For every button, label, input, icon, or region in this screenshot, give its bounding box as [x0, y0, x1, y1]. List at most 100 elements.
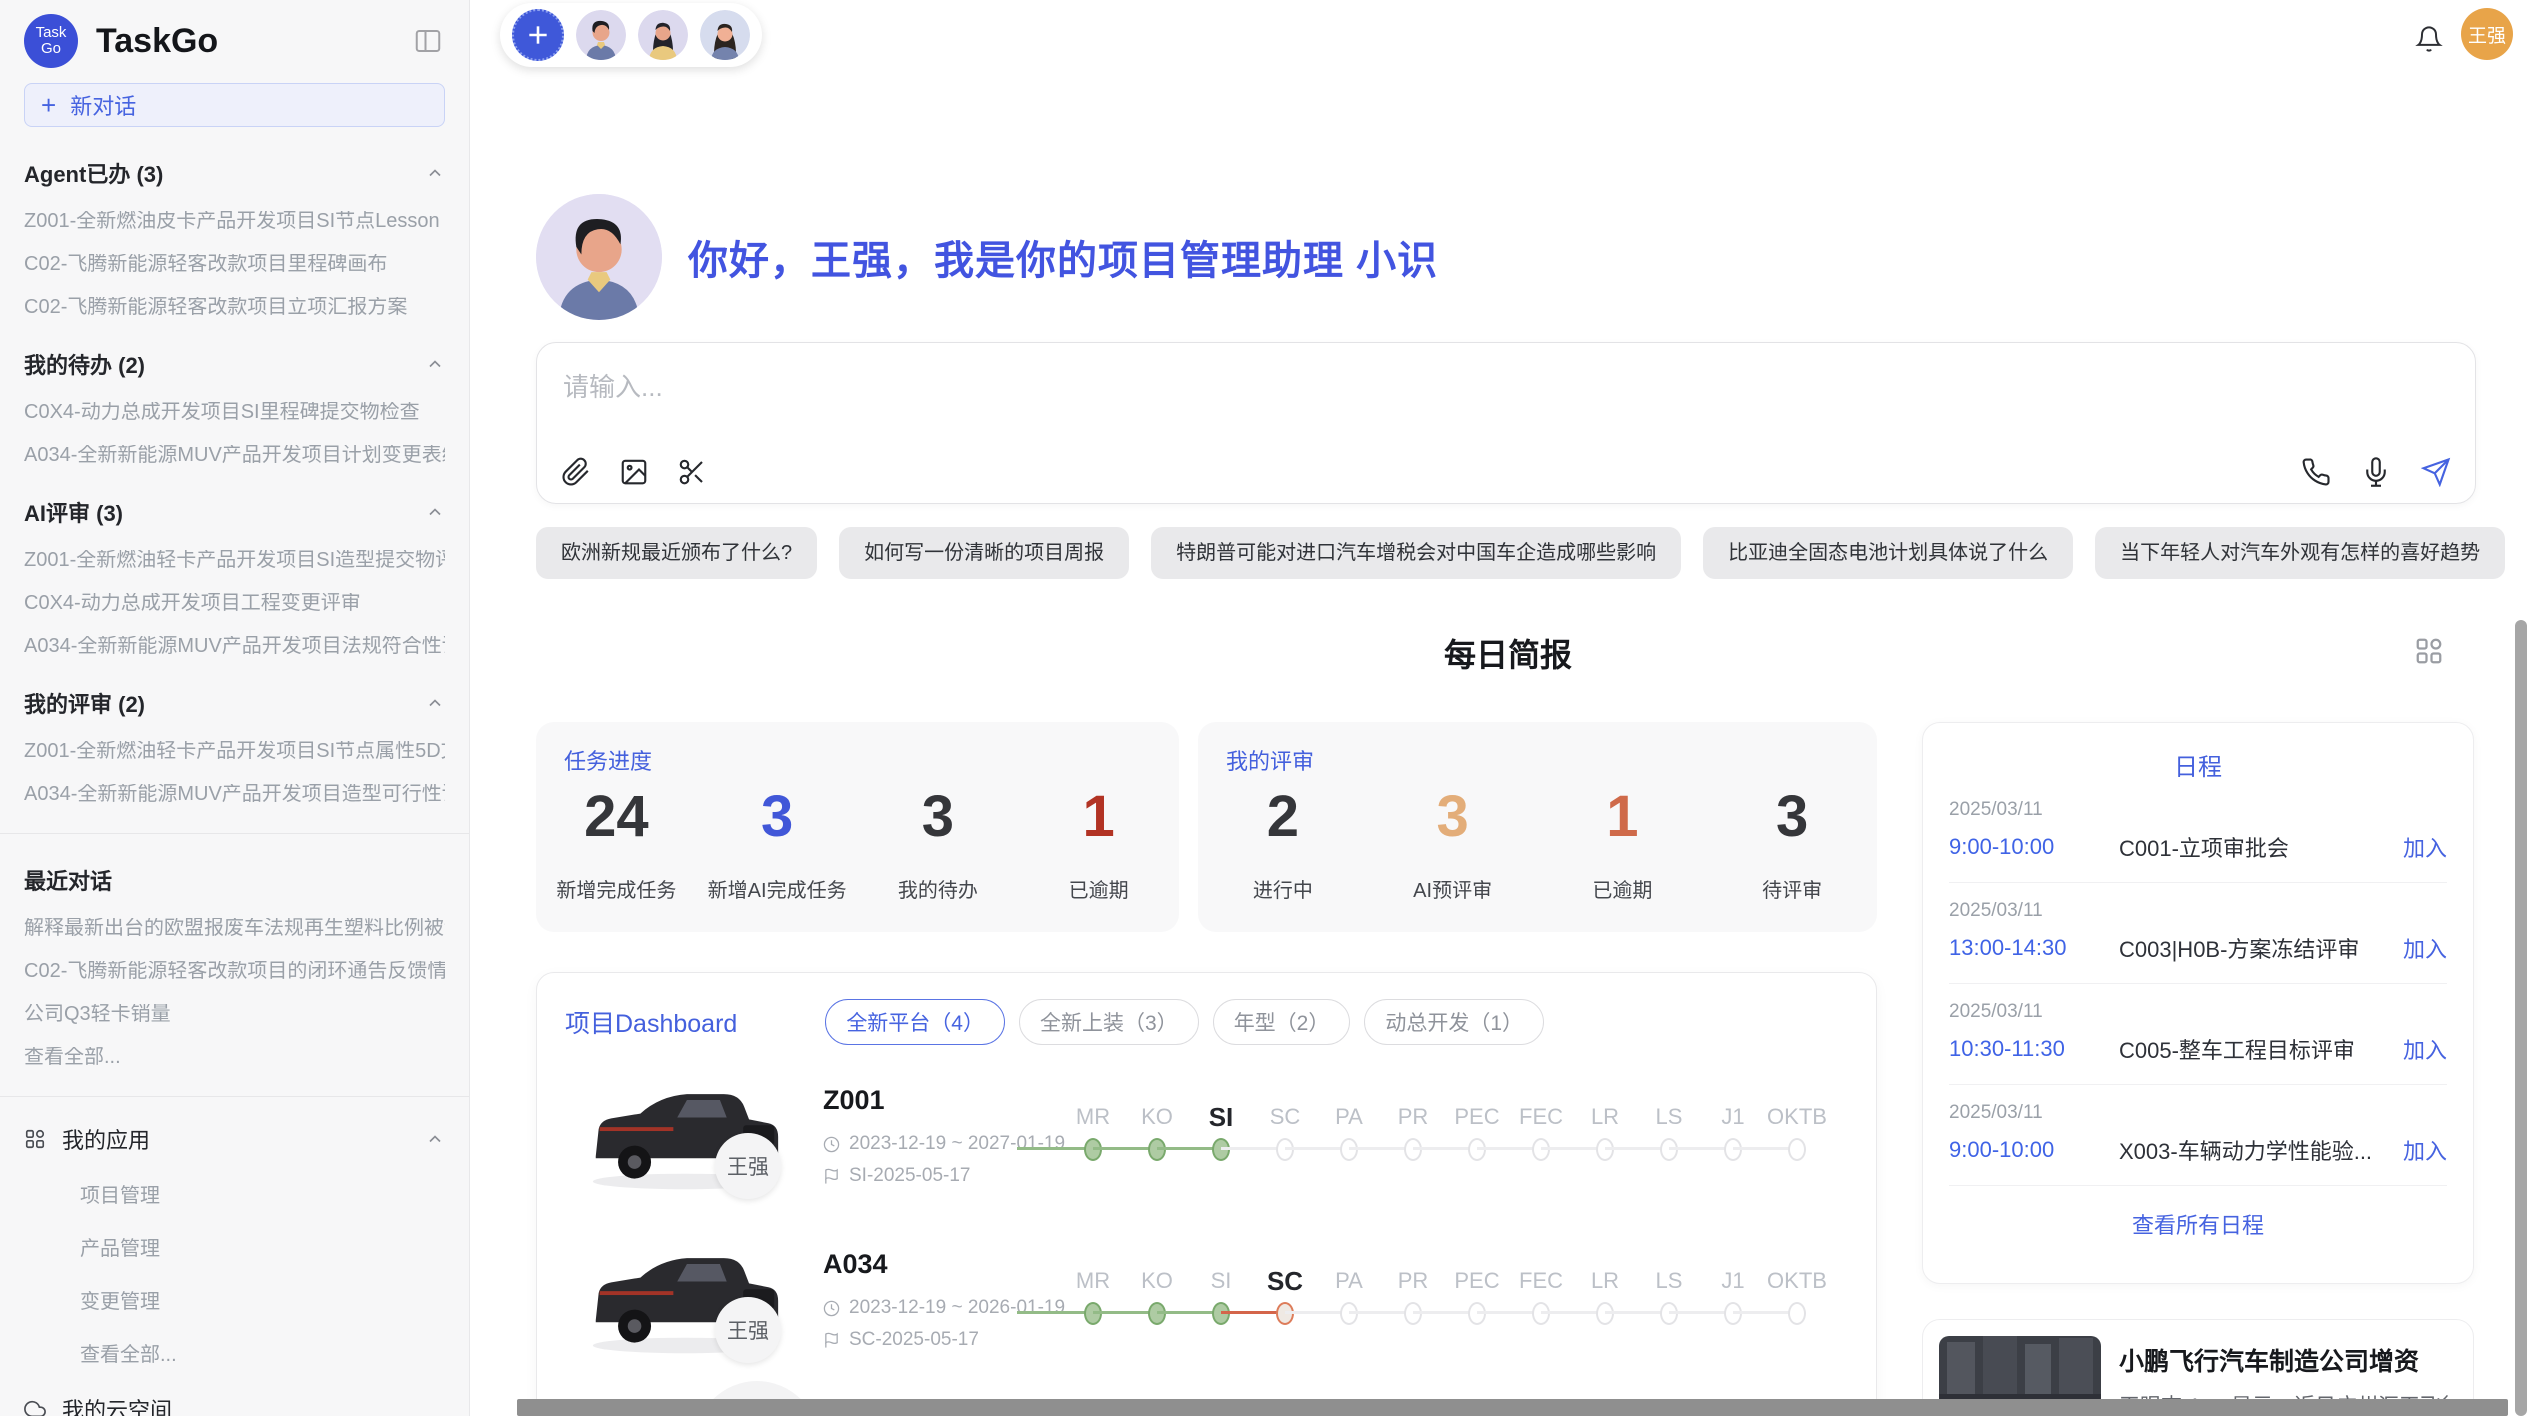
microphone-icon[interactable]	[2361, 457, 2391, 487]
section-label: AI评审 (3)	[24, 496, 123, 528]
suggestion-chip[interactable]: 欧洲新规最近颁布了什么?	[536, 527, 817, 579]
collapse-sidebar-icon[interactable]	[411, 26, 445, 56]
user-avatar[interactable]: 王强	[2461, 8, 2513, 60]
milestone-fec: FEC	[1509, 1099, 1573, 1165]
milestone-j1: J1	[1701, 1263, 1765, 1329]
sidebar-item[interactable]: A034-全新新能源MUV产品开发项目法规符合性评审	[24, 636, 445, 657]
daily-brief-title: 每日简报	[536, 630, 2480, 676]
taskgo-logo: Task Go	[24, 14, 78, 68]
recent-chat-item[interactable]: 公司Q3轻卡销量	[24, 1004, 445, 1025]
new-chat-button[interactable]: + 新对话	[24, 83, 445, 127]
sidebar-item[interactable]: A034-全新新能源MUV产品开发项目造型可行性评审	[24, 784, 445, 805]
section-ai-review[interactable]: AI评审 (3)	[24, 496, 445, 528]
suggestion-chip[interactable]: 比亚迪全固态电池计划具体说了什么	[1703, 527, 2073, 579]
section-my-todo[interactable]: 我的待办 (2)	[24, 348, 445, 380]
milestone-label: SI	[1189, 1263, 1253, 1299]
chat-input-card[interactable]: 请输入...	[536, 342, 2476, 504]
sidebar-item-my-apps[interactable]: 我的应用	[24, 1123, 445, 1155]
milestone-label: PEC	[1445, 1263, 1509, 1299]
chevron-up-icon	[425, 163, 445, 183]
milestone-pa: PA	[1317, 1263, 1381, 1329]
schedule-name: C003|H0B-方案冻结评审	[2119, 932, 2391, 964]
schedule-date: 2025/03/11	[1949, 799, 2447, 821]
sidebar-item[interactable]: C02-飞腾新能源轻客改款项目立项汇报方案	[24, 297, 445, 318]
section-recent-chats: 最近对话	[24, 864, 445, 896]
milestone-label: OKTB	[1765, 1099, 1829, 1135]
milestone-sc: SC	[1253, 1263, 1317, 1329]
my-review-card: 我的评审 2 进行中 3 AI预评审 1 已逾期 3 待评审	[1198, 722, 1877, 932]
stat-new-done: 24 新增完成任务	[536, 784, 697, 903]
attachment-icon[interactable]	[561, 457, 591, 487]
join-link[interactable]: 加入	[2403, 1033, 2447, 1065]
task-progress-card: 任务进度 24 新增完成任务 3 新增AI完成任务 3 我的待办 1 已逾期	[536, 722, 1179, 932]
app-link-change-mgmt[interactable]: 变更管理	[24, 1285, 445, 1314]
filter-powertrain[interactable]: 动总开发（1）	[1364, 999, 1544, 1045]
milestone-lr: LR	[1573, 1099, 1637, 1165]
phone-icon[interactable]	[2301, 457, 2331, 487]
dashboard-filters: 全新平台（4） 全新上装（3） 年型（2） 动总开发（1）	[825, 999, 1544, 1045]
vertical-scrollbar[interactable]	[2515, 620, 2527, 1416]
milestone-label: SC	[1253, 1263, 1317, 1299]
recent-chat-item[interactable]: C02-飞腾新能源轻客改款项目的闭环通告反馈情况	[24, 961, 445, 982]
section-label: 我的评审 (2)	[24, 687, 145, 719]
suggestion-chip[interactable]: 如何写一份清晰的项目周报	[839, 527, 1129, 579]
clock-icon	[823, 1136, 840, 1153]
recent-chat-item[interactable]: 解释最新出台的欧盟报废车法规再生塑料比例被调至15%...	[24, 918, 445, 939]
horizontal-scrollbar[interactable]	[517, 1399, 2508, 1416]
send-icon[interactable]	[2421, 457, 2451, 487]
scissors-icon[interactable]	[677, 457, 707, 487]
milestone-label: MR	[1061, 1263, 1125, 1299]
milestone-label: KO	[1125, 1263, 1189, 1299]
milestone-label: OKTB	[1765, 1263, 1829, 1299]
sidebar-item[interactable]: Z001-全新燃油轻卡产品开发项目SI节点属性5D文件评审	[24, 741, 445, 762]
add-agent-button[interactable]	[512, 9, 564, 61]
sidebar-item[interactable]: A034-全新新能源MUV产品开发项目计划变更表编写	[24, 445, 445, 466]
milestone-oktb: OKTB	[1765, 1099, 1829, 1165]
image-icon[interactable]	[619, 457, 649, 487]
app-link-project-mgmt[interactable]: 项目管理	[24, 1179, 445, 1208]
sidebar: Task Go TaskGo + 新对话 Agent已办 (3) Z001-全新…	[0, 0, 470, 1416]
schedule-time: 10:30-11:30	[1949, 1036, 2119, 1062]
schedule-card: 日程 2025/03/11 9:00-10:00 C001-立项审批会 加入 2…	[1922, 722, 2474, 1284]
cloud-icon	[24, 1398, 46, 1416]
new-chat-label: 新对话	[70, 89, 136, 121]
project-row-z001[interactable]: 王强 Z001 2023-12-19 ~ 2027-01-19 SI-2025-…	[537, 1059, 1876, 1209]
sidebar-item[interactable]: Z001-全新燃油轻卡产品开发项目SI造型提交物评审	[24, 550, 445, 571]
join-link[interactable]: 加入	[2403, 932, 2447, 964]
sidebar-item[interactable]: Z001-全新燃油皮卡产品开发项目SI节点Lesson Learn报告	[24, 211, 445, 232]
join-link[interactable]: 加入	[2403, 1134, 2447, 1166]
section-agent-done[interactable]: Agent已办 (3)	[24, 157, 445, 189]
section-my-review[interactable]: 我的评审 (2)	[24, 687, 445, 719]
filter-model-year[interactable]: 年型（2）	[1213, 999, 1351, 1045]
view-all-chats[interactable]: 查看全部...	[24, 1047, 445, 1068]
suggestion-chip[interactable]: 当下年轻人对汽车外观有怎样的喜好趋势	[2095, 527, 2505, 579]
dashboard-title: 项目Dashboard	[565, 1004, 737, 1040]
view-all-apps[interactable]: 查看全部...	[24, 1338, 445, 1367]
agent-avatar-3[interactable]	[700, 10, 750, 60]
sidebar-item[interactable]: C0X4-动力总成开发项目SI里程碑提交物检查	[24, 402, 445, 423]
view-all-schedule-link[interactable]: 查看所有日程	[1949, 1208, 2447, 1240]
sidebar-item[interactable]: C0X4-动力总成开发项目工程变更评审	[24, 593, 445, 614]
milestone-label: LR	[1573, 1263, 1637, 1299]
main-area: 王强 你好，王强，我是你的项目管理助理 小识 请输入... 欧洲新规最近颁布了什…	[470, 0, 2532, 1416]
notifications-bell-icon[interactable]	[2415, 25, 2443, 53]
filter-new-body[interactable]: 全新上装（3）	[1019, 999, 1199, 1045]
schedule-date: 2025/03/11	[1949, 900, 2447, 922]
layout-grid-icon[interactable]	[2414, 636, 2444, 666]
schedule-time: 9:00-10:00	[1949, 834, 2119, 860]
suggestion-chip[interactable]: 特朗普可能对进口汽车增税会对中国车企造成哪些影响	[1151, 527, 1681, 579]
sidebar-item[interactable]: C02-飞腾新能源轻客改款项目里程碑画布	[24, 254, 445, 275]
project-row-a034[interactable]: 王强 A034 2023-12-19 ~ 2026-01-19 SC-2025-…	[537, 1223, 1876, 1373]
agent-avatar-1[interactable]	[576, 10, 626, 60]
milestone-track: MRKOSISCPAPRPECFECLRLSJ1OKTB	[1061, 1263, 1829, 1329]
milestone-pec: PEC	[1445, 1099, 1509, 1165]
schedule-name: C005-整车工程目标评审	[2119, 1033, 2391, 1065]
chat-input-placeholder: 请输入...	[563, 367, 663, 404]
section-label: Agent已办 (3)	[24, 157, 163, 189]
agent-avatar-2[interactable]	[638, 10, 688, 60]
filter-new-platform[interactable]: 全新平台（4）	[825, 999, 1005, 1045]
sidebar-item-cloud-space[interactable]: 我的云空间	[24, 1393, 445, 1416]
join-link[interactable]: 加入	[2403, 831, 2447, 863]
app-link-product-mgmt[interactable]: 产品管理	[24, 1232, 445, 1261]
stat-overdue: 1 已逾期	[1018, 784, 1179, 903]
